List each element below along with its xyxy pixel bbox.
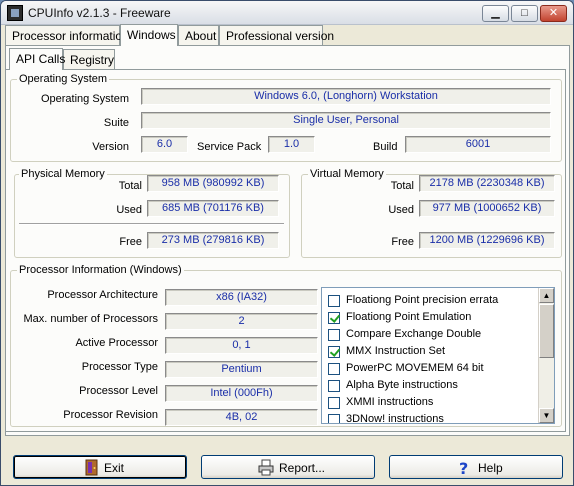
- list-item[interactable]: Compare Exchange Double: [328, 327, 528, 344]
- feature-checkbox[interactable]: [328, 414, 340, 423]
- scroll-thumb[interactable]: [539, 304, 554, 358]
- virtual-free-value: 1200 MB (1229696 KB): [419, 232, 555, 249]
- virtual-free-label: Free: [391, 236, 414, 248]
- feature-label: Floationg Point precision errata: [346, 294, 499, 306]
- feature-label: Alpha Byte instructions: [346, 379, 458, 391]
- list-item[interactable]: PowerPC MOVEMEM 64 bit: [328, 361, 528, 378]
- os-label: Operating System: [40, 93, 129, 105]
- printer-icon: [258, 459, 274, 476]
- group-title: Physical Memory: [19, 168, 107, 180]
- help-question-icon: ?: [459, 459, 468, 476]
- processor-features-list[interactable]: Floationg Point precision errata Floatio…: [321, 287, 555, 424]
- suite-label: Suite: [103, 117, 129, 129]
- active-processor-label: Active Processor: [75, 337, 158, 349]
- list-item[interactable]: Alpha Byte instructions: [328, 378, 528, 395]
- tab-api-calls[interactable]: API Calls: [9, 48, 65, 70]
- tab-professional-version[interactable]: Professional version: [219, 25, 334, 45]
- list-item[interactable]: MMX Instruction Set: [328, 344, 528, 361]
- feature-checkbox[interactable]: [328, 363, 340, 375]
- list-item[interactable]: Floationg Point precision errata: [328, 293, 528, 310]
- service-pack-label: Service Pack: [197, 141, 262, 153]
- physical-total-value: 958 MB (980992 KB): [147, 175, 279, 192]
- version-label: Version: [92, 141, 129, 153]
- physical-memory-divider: [19, 223, 284, 225]
- exit-button[interactable]: Exit: [13, 455, 187, 479]
- feature-label: 3DNow! instructions: [346, 413, 444, 424]
- help-button[interactable]: ? Help: [389, 455, 563, 479]
- physical-free-label: Free: [119, 236, 142, 248]
- maximize-button[interactable]: □: [511, 5, 538, 22]
- feature-checkbox[interactable]: [328, 312, 340, 324]
- cpuinfo-window: CPUInfo v2.1.3 - Freeware ▁ □ ✕ Processo…: [0, 0, 574, 486]
- title-bar[interactable]: CPUInfo v2.1.3 - Freeware ▁ □ ✕: [1, 1, 573, 25]
- feature-label: PowerPC MOVEMEM 64 bit: [346, 362, 484, 374]
- list-item[interactable]: Floationg Point Emulation: [328, 310, 528, 327]
- exit-door-icon: [85, 459, 98, 476]
- feature-checkbox[interactable]: [328, 329, 340, 341]
- processor-revision-label: Processor Revision: [63, 409, 158, 421]
- processor-type-label: Processor Type: [81, 361, 158, 373]
- build-label: Build: [373, 141, 398, 153]
- processor-type-value: Pentium: [165, 361, 318, 378]
- virtual-total-label: Total: [390, 180, 414, 192]
- physical-total-label: Total: [118, 180, 142, 192]
- feature-checkbox[interactable]: [328, 346, 340, 358]
- os-value: Windows 6.0, (Longhorn) Workstation: [141, 88, 551, 105]
- tab-windows[interactable]: Windows: [120, 24, 178, 46]
- feature-label: MMX Instruction Set: [346, 345, 446, 357]
- build-value: 6001: [405, 136, 551, 153]
- scroll-up-icon[interactable]: ▲: [539, 288, 554, 303]
- svg-text:?: ?: [459, 459, 468, 476]
- feature-label: Compare Exchange Double: [346, 328, 482, 340]
- processor-revision-value: 4B, 02: [165, 409, 318, 426]
- version-value: 6.0: [141, 136, 188, 153]
- virtual-used-value: 977 MB (1000652 KB): [419, 200, 555, 217]
- physical-used-value: 685 MB (701176 KB): [147, 200, 279, 217]
- processor-architecture-label: Processor Architecture: [47, 289, 158, 301]
- active-processor-value: 0, 1: [165, 337, 318, 354]
- physical-free-value: 273 MB (279816 KB): [147, 232, 279, 249]
- scroll-down-icon[interactable]: ▼: [539, 408, 554, 423]
- virtual-total-value: 2178 MB (2230348 KB): [419, 175, 555, 192]
- processor-architecture-value: x86 (IA32): [165, 289, 318, 306]
- processor-level-value: Intel (000Fh): [165, 385, 318, 402]
- features-scrollbar[interactable]: ▲ ▼: [538, 288, 554, 423]
- feature-checkbox[interactable]: [328, 380, 340, 392]
- group-title: Virtual Memory: [308, 168, 386, 180]
- report-button[interactable]: Report...: [201, 455, 375, 479]
- max-processors-value: 2: [165, 313, 318, 330]
- feature-checkbox[interactable]: [328, 397, 340, 409]
- report-label: Report...: [279, 461, 326, 475]
- service-pack-value: 1.0: [268, 136, 315, 153]
- max-processors-label: Max. number of Processors: [23, 313, 159, 325]
- exit-label: Exit: [104, 461, 125, 475]
- window-title: CPUInfo v2.1.3 - Freeware: [28, 6, 171, 20]
- list-item[interactable]: XMMI instructions: [328, 395, 528, 412]
- close-button[interactable]: ✕: [540, 5, 567, 22]
- help-label: Help: [478, 461, 503, 475]
- app-chip-icon: [7, 5, 23, 21]
- list-item[interactable]: 3DNow! instructions: [328, 412, 528, 424]
- group-title: Processor Information (Windows): [17, 264, 184, 276]
- tab-about[interactable]: About: [178, 25, 219, 45]
- feature-label: XMMI instructions: [346, 396, 434, 408]
- feature-checkbox[interactable]: [328, 295, 340, 307]
- tab-registry[interactable]: Registry: [63, 49, 115, 69]
- tab-processor-information[interactable]: Processor information: [5, 25, 129, 45]
- group-title: Operating System: [17, 73, 110, 85]
- feature-label: Floationg Point Emulation: [346, 311, 472, 323]
- physical-used-label: Used: [116, 204, 142, 216]
- virtual-used-label: Used: [388, 204, 414, 216]
- suite-value: Single User, Personal: [141, 112, 551, 129]
- processor-level-label: Processor Level: [79, 385, 158, 397]
- minimize-button[interactable]: ▁: [482, 5, 509, 22]
